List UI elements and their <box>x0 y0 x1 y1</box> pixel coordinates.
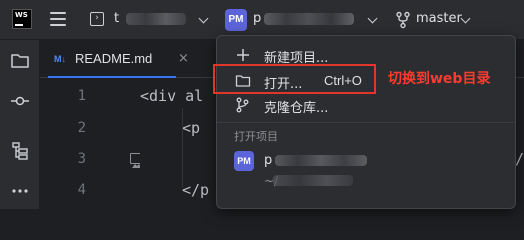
plus-icon <box>237 49 249 61</box>
folder-icon[interactable] <box>10 51 30 71</box>
logo-text: WS <box>15 11 28 19</box>
recent-projects-header: 打开项目 <box>234 130 278 143</box>
branch-chevron-down-icon[interactable] <box>460 13 471 24</box>
project-popup-menu: 新建项目... 打开... Ctrl+O 克隆仓库... 打开项目 PM p ~… <box>216 35 516 209</box>
annotation-text: 切换到web目录 <box>388 71 491 87</box>
blurred-project-name <box>126 13 186 25</box>
left-project-name[interactable]: t <box>114 11 119 26</box>
menu-item-label: 克隆仓库... <box>264 101 329 116</box>
commit-icon[interactable] <box>10 91 30 111</box>
tool-window-strip <box>0 40 40 209</box>
code-line-1: <div al <box>140 87 204 105</box>
indent-guide <box>182 108 183 188</box>
menu-item-clone-repository[interactable]: 克隆仓库... <box>223 92 511 118</box>
menu-separator <box>217 122 515 123</box>
vcs-icon <box>236 97 249 113</box>
terminal-icon[interactable]: › <box>90 12 104 26</box>
recent-project-name: p <box>264 153 273 168</box>
blurred-project-name <box>275 155 367 166</box>
main-menu-icon[interactable] <box>50 12 66 26</box>
git-branch-icon[interactable] <box>395 11 411 29</box>
tab-label: README.md <box>75 51 153 66</box>
code-line-2: <p <box>182 119 201 137</box>
chevron-down-icon[interactable] <box>198 13 209 24</box>
close-icon[interactable]: × <box>178 51 189 66</box>
highlight-box <box>213 64 376 94</box>
project-avatar[interactable]: PM <box>225 9 247 31</box>
line-number: 3 <box>77 151 86 167</box>
webstorm-logo-icon[interactable]: WS <box>12 9 32 29</box>
recent-project-item[interactable]: PM p ~/ <box>223 146 511 196</box>
more-icon[interactable] <box>10 181 30 201</box>
project-avatar: PM <box>234 151 254 171</box>
blurred-current-project-name <box>264 13 354 25</box>
structure-icon[interactable] <box>10 141 30 161</box>
title-bar: WS › t PM p master <box>0 0 524 40</box>
project-chevron-down-icon[interactable] <box>367 13 378 24</box>
current-project-name[interactable]: p <box>253 11 261 26</box>
line-number: 2 <box>77 120 86 136</box>
branch-name[interactable]: master <box>416 11 462 26</box>
blurred-project-path <box>273 175 353 186</box>
code-line-4: </p <box>182 181 210 199</box>
markdown-icon: M↓ <box>54 54 66 64</box>
tab-readme[interactable]: M↓ README.md <box>48 40 176 78</box>
line-number: 1 <box>77 88 86 104</box>
line-number: 4 <box>77 182 86 198</box>
